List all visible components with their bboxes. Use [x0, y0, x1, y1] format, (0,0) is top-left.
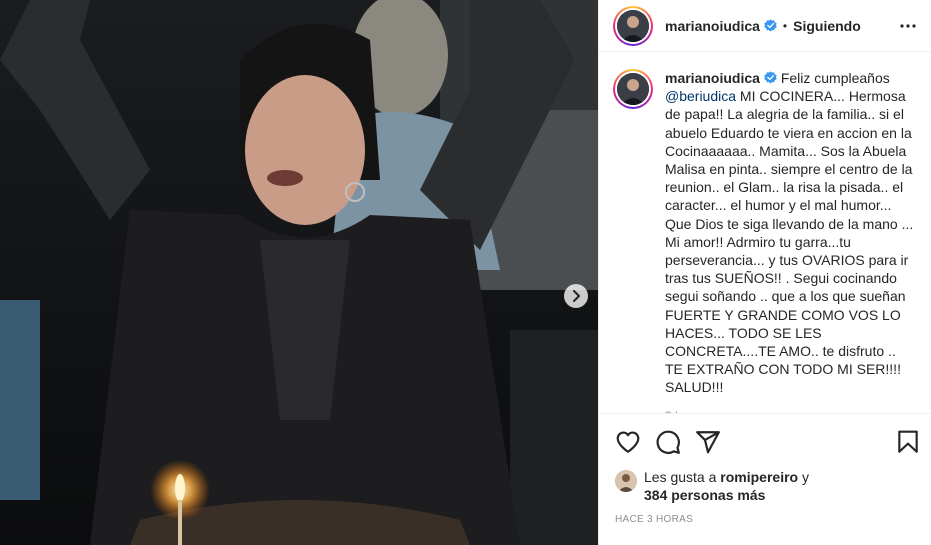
likes-count-link[interactable]: 384 personas más: [644, 487, 765, 503]
likes-prefix: Les gusta a: [644, 469, 717, 485]
likes-summary: Les gusta a romipereiro y 384 personas m…: [615, 468, 915, 504]
verified-badge-icon: [764, 19, 777, 32]
comment-icon[interactable]: [655, 429, 681, 455]
post-side-panel: marianoiudica • Siguiendo marianoiudica …: [598, 0, 931, 545]
caption-avatar-image: [617, 73, 649, 105]
caption-username[interactable]: marianoiudica: [665, 70, 760, 86]
caption-intro: Feliz cumpleaños: [780, 70, 890, 86]
chevron-right-icon: [573, 290, 580, 302]
liker-avatar[interactable]: [615, 470, 637, 492]
author-avatar[interactable]: [613, 5, 653, 46]
header-separator: •: [782, 18, 788, 33]
carousel-next-button[interactable]: [564, 284, 588, 308]
share-icon[interactable]: [695, 429, 721, 455]
caption-section: marianoiudica Feliz cumpleaños @beriudic…: [599, 53, 931, 413]
author-avatar-image: [617, 9, 649, 42]
liker-avatar-image: [615, 470, 637, 492]
caption-mention-link[interactable]: @beriudica: [665, 88, 736, 104]
heart-icon[interactable]: [615, 429, 641, 455]
action-bar: [599, 413, 931, 467]
caption-message: MI COCINERA... Hermosa de papa!! La aleg…: [665, 88, 914, 396]
likes-conjunction: y: [801, 469, 809, 485]
caption-text: marianoiudica Feliz cumpleaños @beriudic…: [665, 69, 916, 413]
verified-badge-icon: [764, 71, 777, 84]
likes-text: Les gusta a romipereiro y 384 personas m…: [644, 468, 809, 504]
post-header: marianoiudica • Siguiendo: [599, 0, 931, 52]
caption-author-avatar[interactable]: [613, 69, 653, 109]
post-photo-image: [0, 0, 598, 545]
following-button[interactable]: Siguiendo: [793, 18, 861, 34]
post-timestamp[interactable]: HACE 3 HORAS: [615, 514, 693, 525]
author-username[interactable]: marianoiudica: [665, 18, 760, 34]
more-options-icon[interactable]: [900, 18, 916, 34]
post-photo[interactable]: [0, 0, 598, 545]
liker-username[interactable]: romipereiro: [720, 469, 798, 485]
bookmark-icon[interactable]: [895, 429, 921, 455]
